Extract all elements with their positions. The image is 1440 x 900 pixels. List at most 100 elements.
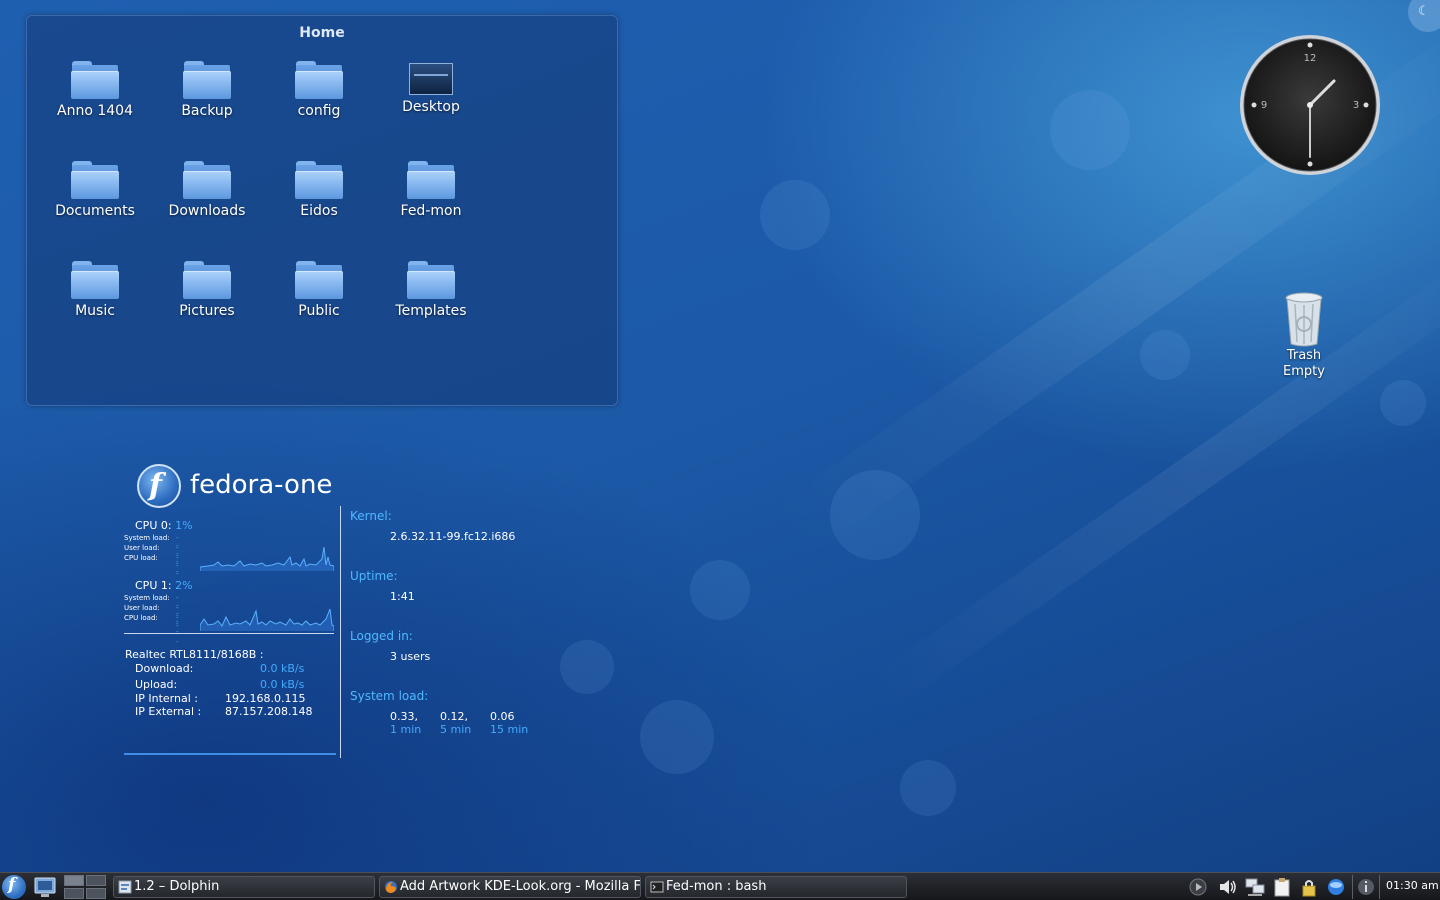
- virtual-desktop-pager[interactable]: [64, 875, 106, 899]
- folder-item[interactable]: Documents: [39, 161, 151, 219]
- speaker-icon: [1220, 880, 1236, 894]
- trash-icon: [1284, 292, 1324, 348]
- cpu-percent: 1%: [175, 519, 193, 532]
- folder-label: config: [297, 103, 341, 119]
- task-terminal[interactable]: Fed-mon : bash: [645, 876, 907, 898]
- trash-status: Empty: [1283, 364, 1325, 379]
- cpu-title: CPU 1: 2%: [135, 579, 193, 592]
- folder-label: Desktop: [402, 99, 460, 115]
- tray-expand-button[interactable]: [1188, 877, 1208, 897]
- play-arrow-icon: [1189, 878, 1207, 896]
- dolphin-icon: [118, 880, 132, 894]
- wallpaper-bokeh: [690, 560, 750, 620]
- wallpaper-bokeh: [760, 180, 830, 250]
- folder-label: Eidos: [300, 203, 338, 219]
- folder-icon: [183, 161, 231, 199]
- wallpaper-bokeh: [1140, 330, 1190, 380]
- trash-label: Trash: [1286, 348, 1322, 363]
- pager-desktop-3[interactable]: [64, 888, 84, 899]
- folder-item[interactable]: Anno 1404: [39, 61, 151, 119]
- trash-widget[interactable]: Trash Empty: [1268, 292, 1340, 380]
- volume-button[interactable]: [1218, 877, 1238, 897]
- globe-icon: [1328, 879, 1344, 895]
- kernel-value: 2.6.32.11-99.fc12.i686: [390, 530, 516, 543]
- kernel-label: Kernel:: [350, 509, 392, 523]
- kwallet-button[interactable]: [1299, 877, 1319, 897]
- wallpaper-bokeh: [1380, 380, 1426, 426]
- cpu-title: CPU 0: 1%: [135, 519, 193, 532]
- cpu-0-graph: [200, 546, 334, 571]
- divider: [124, 633, 334, 634]
- folder-icon: [407, 161, 455, 199]
- clipboard-button[interactable]: [1272, 877, 1292, 897]
- wallpaper-bokeh: [560, 640, 614, 694]
- clock-face: 12 3 9: [1240, 35, 1380, 175]
- system-monitor-widget[interactable]: f fedora-one CPU 0: 1% System load: ---- …: [120, 462, 550, 762]
- uptime-label: Uptime:: [350, 569, 398, 583]
- tray-separator: [1352, 875, 1353, 899]
- folder-label: Anno 1404: [57, 103, 133, 119]
- taskbar: f 1.2 – Dolphin Add Artwork KDE-Look.org…: [0, 872, 1440, 900]
- pager-desktop-1[interactable]: [64, 875, 84, 886]
- clock-dot: [1363, 102, 1369, 108]
- analog-clock-widget[interactable]: 12 3 9: [1238, 33, 1382, 177]
- wallpaper-bokeh: [1050, 90, 1130, 170]
- folder-item[interactable]: Music: [39, 261, 151, 319]
- tray-separator: [1379, 875, 1380, 899]
- folder-item[interactable]: Fed-mon: [375, 161, 487, 219]
- clock-numeral-9: 9: [1261, 100, 1267, 111]
- folder-view-widget[interactable]: Home Anno 1404 Backup config Desktop Documen…: [26, 15, 618, 406]
- application-launcher-button[interactable]: f: [2, 875, 26, 899]
- firefox-icon: [385, 881, 397, 893]
- fedora-logo-icon: f: [8, 875, 16, 895]
- show-desktop-icon: [34, 877, 56, 897]
- divider: [340, 506, 341, 758]
- folder-label: Downloads: [168, 203, 246, 219]
- ip-external: IP External :87.157.208.148: [135, 705, 313, 718]
- folder-label: Music: [75, 303, 115, 319]
- network-manager-button[interactable]: [1245, 877, 1265, 897]
- cpu-user-load: User load: ----: [124, 604, 179, 636]
- pager-desktop-4[interactable]: [86, 888, 106, 899]
- system-load-label: System load:: [350, 689, 429, 703]
- cpu-label: CPU 1:: [135, 579, 172, 592]
- cpu-1-graph: [200, 608, 334, 631]
- clock-numeral-3: 3: [1353, 100, 1359, 111]
- folder-item[interactable]: Pictures: [151, 261, 263, 319]
- folder-label: Templates: [395, 303, 467, 319]
- wallpaper-bokeh: [900, 760, 956, 816]
- network-adapter: Realtec RTL8111/8168B :: [125, 648, 264, 661]
- taskbar-clock[interactable]: 01:30 am: [1386, 879, 1439, 892]
- load-5min: 0.12, 5 min: [440, 710, 472, 736]
- folder-item[interactable]: config: [263, 61, 375, 119]
- clock-dot: [1307, 42, 1313, 48]
- folder-icon: [71, 161, 119, 199]
- task-firefox[interactable]: Add Artwork KDE-Look.org - Mozilla Fir: [379, 876, 641, 898]
- folder-item[interactable]: Public: [263, 261, 375, 319]
- folder-icon: [71, 261, 119, 299]
- task-dolphin[interactable]: 1.2 – Dolphin: [113, 876, 375, 898]
- notifications-button[interactable]: [1356, 877, 1376, 897]
- download-rate: Download: 0.0 kB/s: [135, 662, 305, 675]
- task-label: Add Artwork KDE-Look.org - Mozilla Fir: [400, 879, 641, 894]
- cpu-user-load: User load: ----: [124, 544, 179, 576]
- desktop-toolbox-button[interactable]: ☾: [1408, 0, 1440, 32]
- folder-item[interactable]: Backup: [151, 61, 263, 119]
- task-label: 1.2 – Dolphin: [134, 879, 220, 894]
- folder-item[interactable]: Downloads: [151, 161, 263, 219]
- upload-rate: Upload: 0.0 kB/s: [135, 678, 305, 691]
- wallpaper-bokeh: [640, 700, 714, 774]
- load-15min: 0.06 15 min: [490, 710, 529, 736]
- cpu-load: CPU load: ----: [124, 554, 179, 586]
- lock-icon: [1302, 880, 1316, 897]
- folder-item[interactable]: Desktop: [375, 61, 487, 115]
- cpu-system-load: System load: ----: [124, 534, 179, 566]
- show-desktop-button[interactable]: [32, 875, 58, 899]
- folder-item[interactable]: Eidos: [263, 161, 375, 219]
- cpu-label: CPU 0:: [135, 519, 172, 532]
- folder-item[interactable]: Templates: [375, 261, 487, 319]
- pager-desktop-2[interactable]: [86, 875, 106, 886]
- cpu-system-load: System load: ----: [124, 594, 179, 626]
- ip-internal: IP Internal :192.168.0.115: [135, 692, 306, 705]
- update-notifier-button[interactable]: [1326, 877, 1346, 897]
